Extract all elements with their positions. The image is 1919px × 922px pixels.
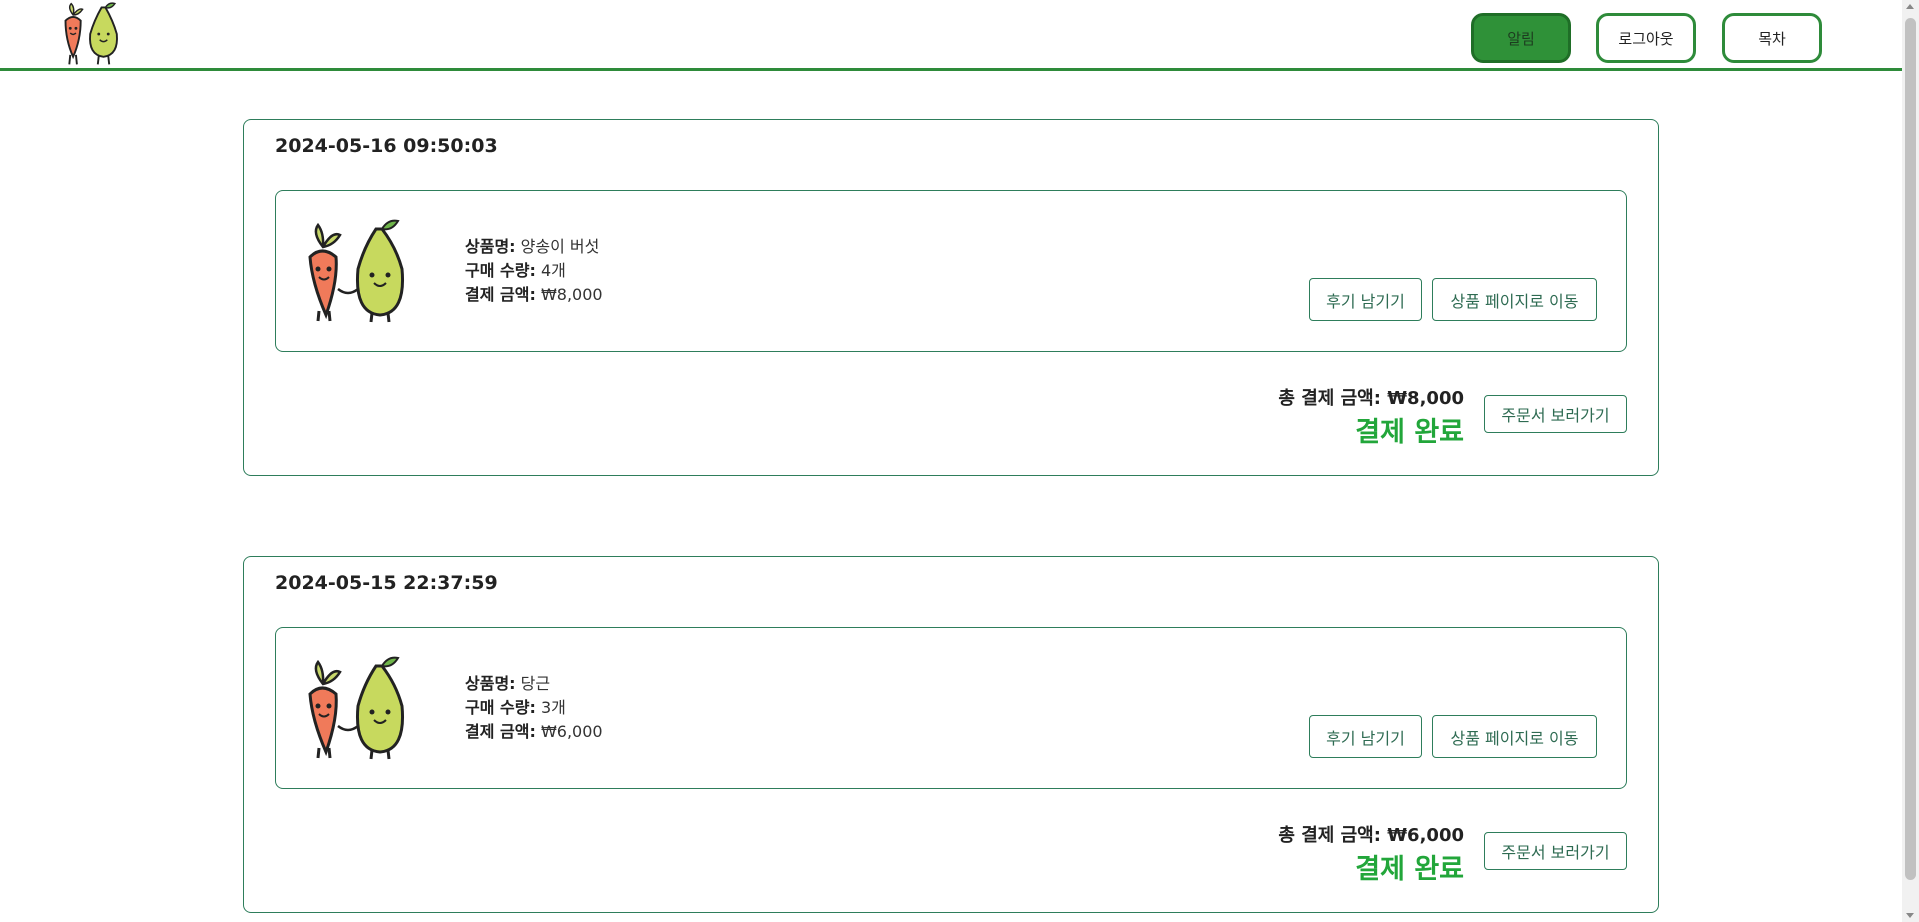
price-value: ₩6,000 <box>540 722 603 741</box>
product-image <box>308 656 405 760</box>
order-date: 2024-05-15 22:37:59 <box>275 572 498 594</box>
view-order-sheet-button[interactable]: 주문서 보러가기 <box>1484 395 1627 433</box>
order-card: 2024-05-15 22:37:59 상품명: 당근 구매 수량: 3개 결제… <box>243 556 1659 913</box>
payment-status: 결제 완료 <box>1355 854 1464 885</box>
product-name-label: 상품명: <box>465 237 516 256</box>
order-item: 상품명: 양송이 버섯 구매 수량: 4개 결제 금액: ₩8,000 후기 남… <box>275 190 1627 352</box>
payment-status: 결제 완료 <box>1355 417 1464 448</box>
write-review-button[interactable]: 후기 남기기 <box>1309 715 1422 758</box>
quantity-label: 구매 수량: <box>465 261 536 280</box>
order-item: 상품명: 당근 구매 수량: 3개 결제 금액: ₩6,000 후기 남기기 상… <box>275 627 1627 789</box>
scroll-thumb[interactable] <box>1905 18 1916 880</box>
order-total: 총 결제 금액: ₩6,000 <box>1278 821 1464 847</box>
item-info: 상품명: 당근 구매 수량: 3개 결제 금액: ₩6,000 <box>465 672 603 744</box>
total-label: 총 결제 금액: <box>1278 825 1381 846</box>
write-review-button[interactable]: 후기 남기기 <box>1309 278 1422 321</box>
view-order-sheet-button[interactable]: 주문서 보러가기 <box>1484 832 1627 870</box>
header: 알림 로그아웃 목차 <box>0 0 1902 71</box>
scroll-down-arrow-icon[interactable] <box>1906 913 1914 918</box>
total-value: ₩6,000 <box>1387 825 1464 846</box>
logout-button[interactable]: 로그아웃 <box>1596 13 1696 63</box>
product-name-label: 상품명: <box>465 674 516 693</box>
product-name: 양송이 버섯 <box>520 237 600 256</box>
scroll-up-arrow-icon[interactable] <box>1906 4 1914 9</box>
order-total: 총 결제 금액: ₩8,000 <box>1278 384 1464 410</box>
price-value: ₩8,000 <box>540 285 603 304</box>
go-to-product-button[interactable]: 상품 페이지로 이동 <box>1432 278 1597 321</box>
total-label: 총 결제 금액: <box>1278 388 1381 409</box>
quantity-value: 4개 <box>540 261 566 280</box>
go-to-product-button[interactable]: 상품 페이지로 이동 <box>1432 715 1597 758</box>
alarm-button[interactable]: 알림 <box>1471 13 1571 63</box>
quantity-value: 3개 <box>540 698 566 717</box>
price-label: 결제 금액: <box>465 722 536 741</box>
item-info: 상품명: 양송이 버섯 구매 수량: 4개 결제 금액: ₩8,000 <box>465 235 603 307</box>
product-name: 당근 <box>520 674 551 693</box>
order-card: 2024-05-16 09:50:03 상품명: 양송이 버섯 구매 수량: 4… <box>243 119 1659 476</box>
total-value: ₩8,000 <box>1387 388 1464 409</box>
carrot-pear-logo[interactable] <box>56 0 132 68</box>
price-label: 결제 금액: <box>465 285 536 304</box>
vertical-scrollbar[interactable] <box>1902 0 1919 922</box>
order-date: 2024-05-16 09:50:03 <box>275 135 498 157</box>
product-image <box>308 219 405 323</box>
toc-button[interactable]: 목차 <box>1722 13 1822 63</box>
quantity-label: 구매 수량: <box>465 698 536 717</box>
